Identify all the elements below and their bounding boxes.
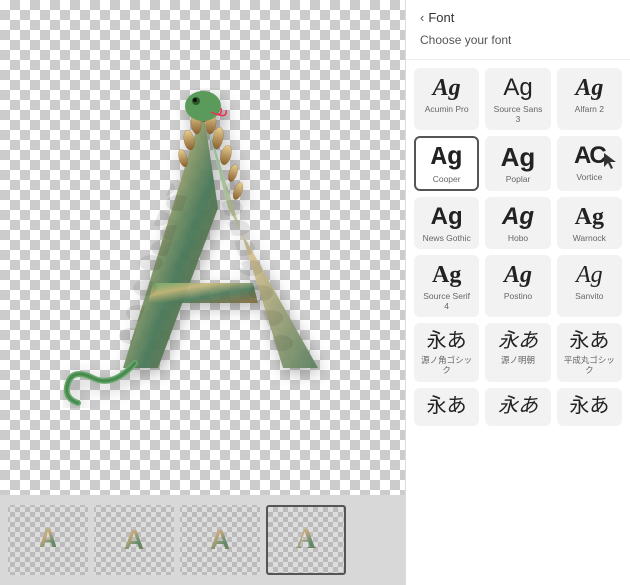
font-preview-genmyo: 永あ: [498, 331, 538, 351]
font-preview-heisei-maru: 永あ: [569, 331, 609, 351]
font-card-jp-6[interactable]: 永あ: [557, 388, 622, 426]
font-preview-jp-4: 永あ: [427, 396, 467, 416]
font-name-source-sans-3: Source Sans 3: [491, 104, 544, 124]
back-chevron-icon: ‹: [420, 10, 424, 25]
font-preview-genyo-kaku-gothic: 永あ: [427, 331, 467, 351]
font-preview-jp-6: 永あ: [569, 396, 609, 416]
font-card-news-gothic[interactable]: Ag News Gothic: [414, 197, 479, 249]
font-preview-warnock: Ag: [575, 205, 604, 229]
font-card-vortice[interactable]: AC Vortice: [557, 136, 622, 190]
font-name-cooper: Cooper: [433, 174, 461, 184]
font-card-jp-4[interactable]: 永あ: [414, 388, 479, 426]
font-preview-source-sans-3: Ag: [503, 76, 532, 100]
font-card-genyo-kaku-gothic[interactable]: 永あ 源ノ角ゴシック: [414, 323, 479, 381]
thumbnail-2[interactable]: A: [94, 505, 174, 575]
font-name-news-gothic: News Gothic: [423, 233, 471, 243]
font-name-genyo-kaku-gothic: 源ノ角ゴシック: [420, 355, 473, 375]
font-preview-cooper: Ag: [431, 144, 462, 170]
section-title: Choose your font: [420, 33, 616, 47]
font-name-sanvito: Sanvito: [575, 291, 603, 301]
font-card-alfarn-2[interactable]: Ag Alfarn 2: [557, 68, 622, 130]
font-name-poplar: Poplar: [506, 174, 531, 184]
canvas-area: [0, 0, 405, 495]
font-name-hobo: Hobo: [508, 233, 528, 243]
right-panel: ‹ Font Choose your font Ag Acumin Pro Ag…: [405, 0, 630, 585]
thumbnail-1[interactable]: A: [8, 505, 88, 575]
thumbnails-row: A A A A: [0, 495, 405, 585]
font-preview-vortice: AC: [574, 144, 605, 168]
font-name-source-serif-4: Source Serif 4: [420, 291, 473, 311]
font-name-heisei-maru: 平成丸ゴシック: [563, 355, 616, 375]
font-preview-news-gothic: Ag: [431, 205, 463, 229]
fonts-grid: Ag Acumin Pro Ag Source Sans 3 Ag Alfarn…: [406, 60, 630, 434]
font-preview-alfarn-2: Ag: [575, 76, 603, 100]
font-preview-jp-5: 永あ: [498, 396, 538, 416]
font-preview-acumin-pro: Ag: [433, 76, 461, 100]
main-letter-display: [53, 73, 353, 423]
font-preview-source-serif-4: Ag: [432, 263, 461, 287]
font-name-vortice: Vortice: [576, 172, 602, 182]
font-preview-poplar: Ag: [501, 144, 536, 170]
back-label: Font: [428, 10, 454, 25]
back-navigation[interactable]: ‹ Font: [420, 10, 616, 25]
font-card-cooper[interactable]: Ag Cooper: [414, 136, 479, 190]
letter-svg: [63, 88, 343, 408]
font-card-source-serif-4[interactable]: Ag Source Serif 4: [414, 255, 479, 317]
font-card-genmyo[interactable]: 永あ 源ノ明朝: [485, 323, 550, 381]
thumbnail-4[interactable]: A: [266, 505, 346, 575]
font-preview-postino: Ag: [504, 263, 532, 287]
font-name-postino: Postino: [504, 291, 532, 301]
font-name-alfarn-2: Alfarn 2: [575, 104, 604, 114]
font-name-genmyo: 源ノ明朝: [501, 355, 535, 365]
font-card-acumin-pro[interactable]: Ag Acumin Pro: [414, 68, 479, 130]
font-preview-sanvito: Ag: [576, 263, 603, 287]
font-preview-hobo: Ag: [502, 205, 534, 229]
font-card-warnock[interactable]: Ag Warnock: [557, 197, 622, 249]
font-card-jp-5[interactable]: 永あ: [485, 388, 550, 426]
font-name-acumin-pro: Acumin Pro: [425, 104, 469, 114]
thumbnail-3[interactable]: A: [180, 505, 260, 575]
font-card-hobo[interactable]: Ag Hobo: [485, 197, 550, 249]
panel-header: ‹ Font Choose your font: [406, 0, 630, 60]
left-panel: A A A A: [0, 0, 405, 585]
font-card-heisei-maru[interactable]: 永あ 平成丸ゴシック: [557, 323, 622, 381]
font-card-poplar[interactable]: Ag Poplar: [485, 136, 550, 190]
font-card-sanvito[interactable]: Ag Sanvito: [557, 255, 622, 317]
cursor-icon: [604, 153, 616, 169]
font-card-postino[interactable]: Ag Postino: [485, 255, 550, 317]
font-card-source-sans-3[interactable]: Ag Source Sans 3: [485, 68, 550, 130]
font-name-warnock: Warnock: [573, 233, 606, 243]
